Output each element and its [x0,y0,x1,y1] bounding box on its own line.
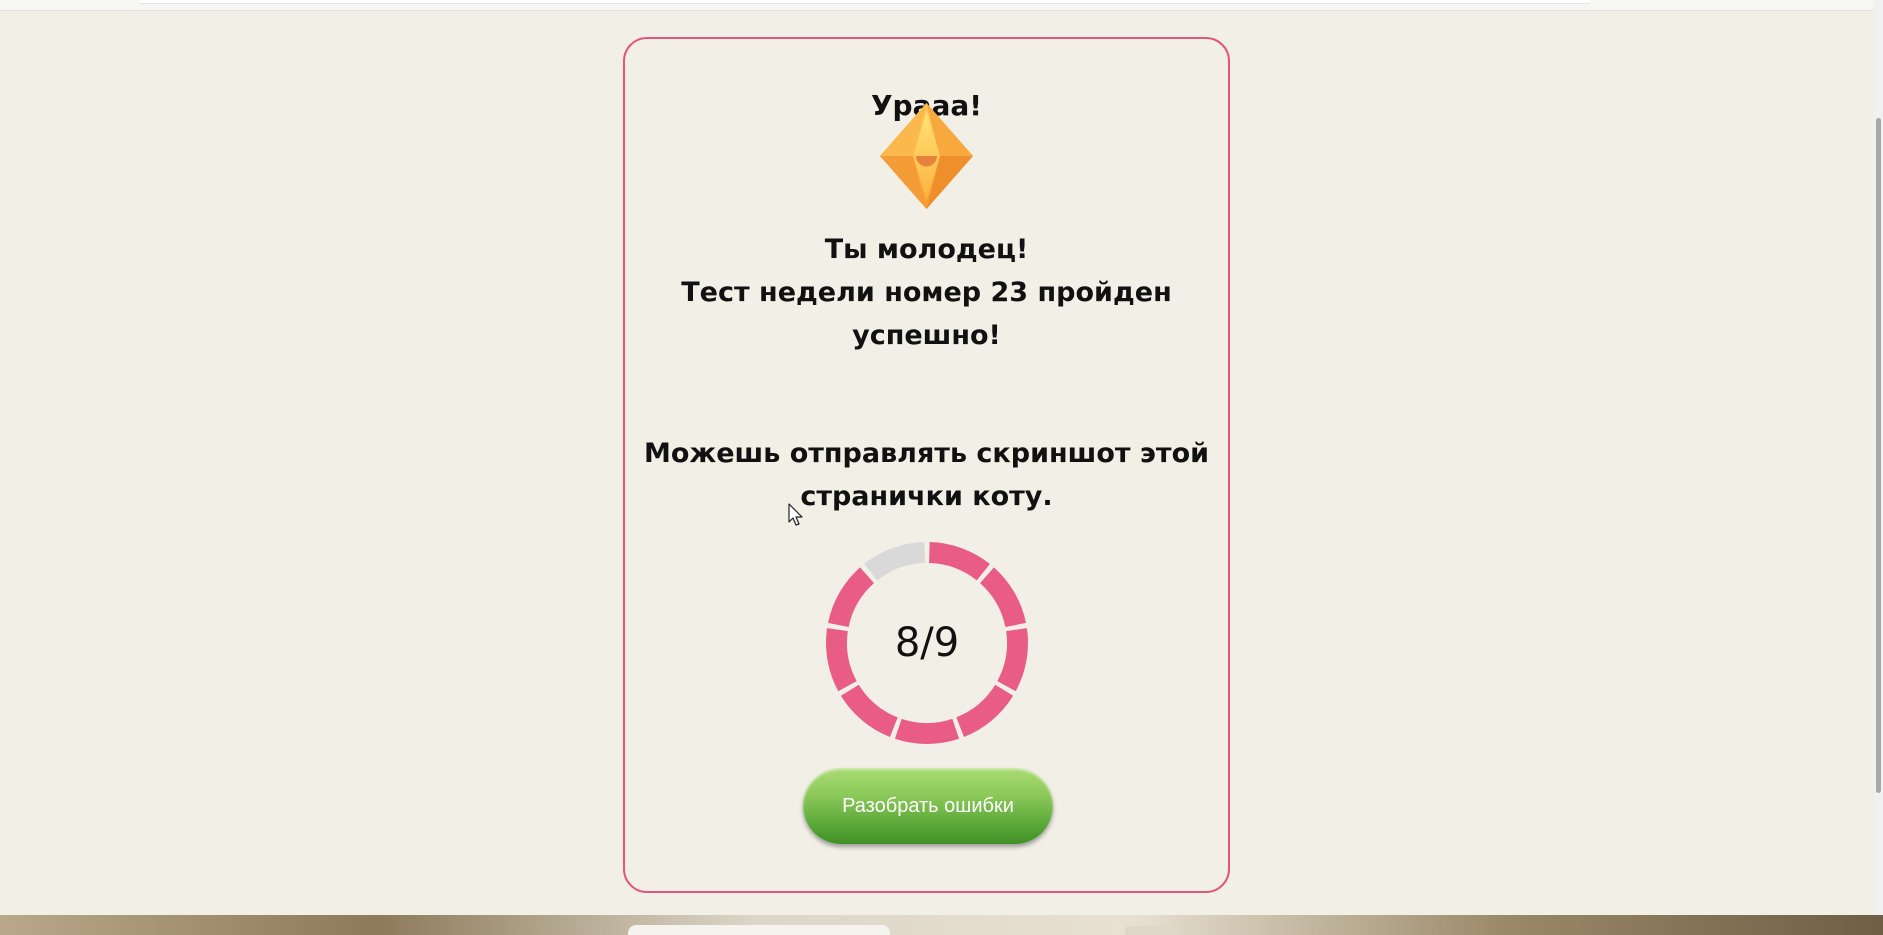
quiz-result-page: Урааа! Ты молодец! Тест недели номер 23 … [0,0,1883,935]
taskbar [0,915,1883,935]
crystal-icon [880,103,973,209]
praise-line-1: Ты молодец! [824,234,1029,265]
vertical-scrollbar[interactable] [1874,0,1883,915]
screenshot-note-line-1: Можешь отправлять скриншот этой [643,438,1210,469]
mouse-cursor-icon [788,503,803,526]
score-text: 8/9 [894,620,960,666]
top-bar [0,0,1873,11]
praise-line-3: успешно! [852,320,1001,351]
top-bar-inner [140,0,1590,4]
scrollbar-thumb[interactable] [1876,118,1881,793]
review-mistakes-button[interactable]: Разобрать ошибки [803,768,1053,844]
taskbar-app-1[interactable] [1125,926,1169,935]
screenshot-note-line-2: странички коту. [800,481,1053,512]
taskbar-search-box[interactable] [628,925,890,935]
praise-line-2: Тест недели номер 23 пройден [681,277,1172,308]
